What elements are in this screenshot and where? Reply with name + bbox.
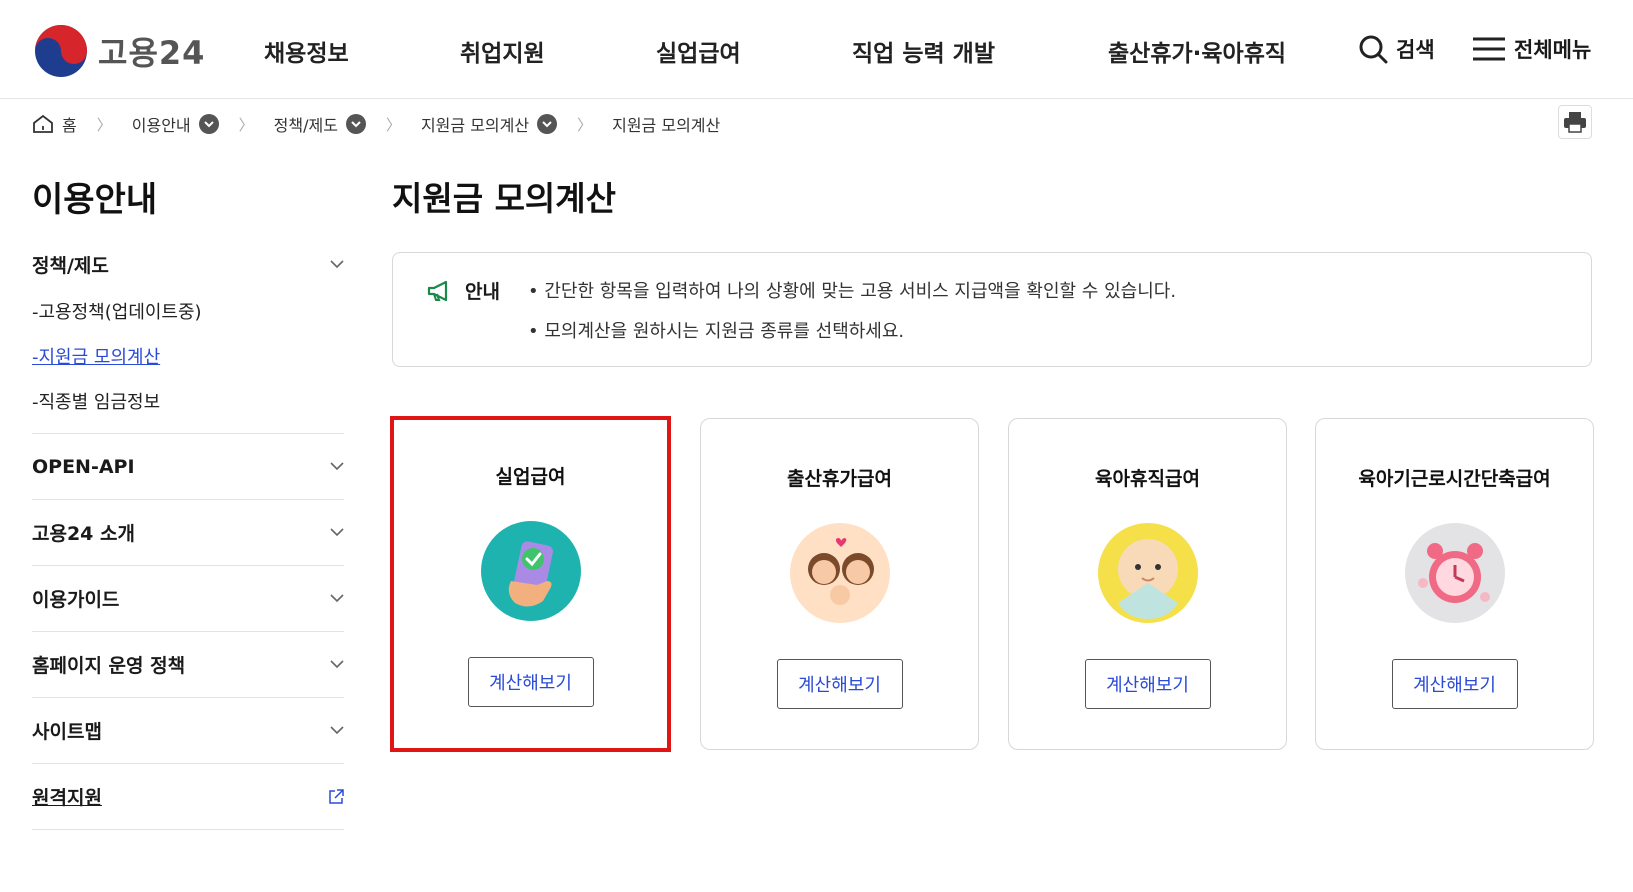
breadcrumb-item[interactable]: 이용안내 [132, 112, 219, 136]
nav-job-skills[interactable]: 직업 능력 개발 [852, 34, 995, 68]
sidebar-item-label: 정책/제도 [32, 254, 109, 277]
sidebar-subitem-wage-info[interactable]: -직종별 임금정보 [32, 378, 344, 423]
sidebar-subitem-subsidy-calculator[interactable]: -지원금 모의계산 [32, 333, 344, 378]
sidebar-item-about[interactable]: 고용24 소개 [32, 500, 344, 565]
sidebar-item-open-api[interactable]: OPEN-API [32, 434, 344, 499]
card-childcare-leave-benefit[interactable]: 육아휴직급여 계산해보기 [1008, 418, 1287, 750]
nav-parental-leave[interactable]: 출산휴가·육아휴직 [1108, 34, 1286, 68]
breadcrumb: 홈 〉 이용안내 〉 정책/제도 〉 지원금 모의계산 〉 지원금 모의계산 [32, 110, 720, 138]
sidebar-item-label: 원격지원 [32, 787, 102, 809]
breadcrumb-home-label: 홈 [62, 116, 77, 135]
all-menu-button[interactable]: 전체메뉴 [1472, 34, 1591, 64]
sidebar-item-guide[interactable]: 이용가이드 [32, 566, 344, 631]
card-unemployment-benefit[interactable]: 실업급여 계산해보기 [390, 416, 671, 752]
page-title: 지원금 모의계산 [392, 179, 617, 218]
breadcrumb-item[interactable]: 정책/제도 [274, 112, 366, 136]
sidebar-section-site-policy: 홈페이지 운영 정책 [32, 632, 344, 698]
calculate-button[interactable]: 계산해보기 [776, 659, 903, 709]
breadcrumb-label: 지원금 모의계산 [420, 116, 530, 135]
notice-label-text: 안내 [465, 281, 500, 303]
chevron-down-icon [330, 660, 344, 669]
sidebar-item-label: 고용24 소개 [32, 523, 135, 545]
sidebar-item-label: 이용가이드 [32, 589, 120, 611]
sidebar-item-sitemap[interactable]: 사이트맵 [32, 698, 344, 763]
card-title: 출산휴가급여 [787, 468, 892, 490]
sidebar-item-policy[interactable]: 정책/제도 [32, 240, 344, 288]
sidebar-item-label: OPEN-API [32, 455, 135, 478]
sidebar-item-label: 홈페이지 운영 정책 [32, 655, 186, 677]
notice-line: 간단한 항목을 입력하여 나의 상황에 맞는 고용 서비스 지급액을 확인할 수… [528, 277, 1176, 317]
chevron-right-icon: 〉 [577, 115, 593, 134]
calculate-button[interactable]: 계산해보기 [467, 657, 594, 707]
chevron-down-icon [330, 462, 344, 471]
breadcrumb-current: 지원금 모의계산 [612, 116, 721, 135]
print-button[interactable] [1558, 105, 1592, 139]
family-icon [789, 523, 890, 623]
site-logo[interactable]: 고용24 [34, 24, 205, 78]
logo-text: 고용24 [98, 34, 206, 72]
card-title: 실업급여 [495, 466, 566, 488]
sidebar-section-remote-support: 원격지원 [32, 764, 344, 830]
nav-recruit[interactable]: 채용정보 [264, 34, 349, 68]
sidebar-section-about: 고용24 소개 [32, 500, 344, 566]
chevron-down-icon [330, 528, 344, 537]
site-header: 고용24 채용정보 취업지원 실업급여 직업 능력 개발 출산휴가·육아휴직 검… [0, 0, 1633, 99]
sidebar-submenu: -고용정책(업데이트중) -지원금 모의계산 -직종별 임금정보 [32, 288, 344, 433]
breadcrumb-label: 정책/제도 [273, 116, 338, 135]
sidebar-section-sitemap: 사이트맵 [32, 698, 344, 764]
card-reduced-hours-benefit[interactable]: 육아기근로시간단축급여 계산해보기 [1315, 418, 1594, 750]
sidebar-item-label: 사이트맵 [32, 721, 102, 743]
chevron-down-icon [330, 726, 344, 735]
chevron-right-icon: 〉 [385, 115, 401, 134]
sidebar-section-guide: 이용가이드 [32, 566, 344, 632]
calculate-button[interactable]: 계산해보기 [1084, 659, 1211, 709]
breadcrumb-home[interactable]: 홈 [32, 112, 77, 136]
chevron-down-icon [330, 594, 344, 603]
breadcrumb-item[interactable]: 지원금 모의계산 [420, 112, 558, 136]
notice-box: 안내 간단한 항목을 입력하여 나의 상황에 맞는 고용 서비스 지급액을 확인… [392, 252, 1592, 367]
card-maternity-leave-benefit[interactable]: 출산휴가급여 계산해보기 [700, 418, 979, 750]
search-button[interactable]: 검색 [1358, 34, 1435, 64]
nav-unemployment-benefit[interactable]: 실업급여 [656, 34, 741, 68]
nav-employment-support[interactable]: 취업지원 [460, 34, 545, 68]
calculate-button[interactable]: 계산해보기 [1391, 659, 1518, 709]
sidebar-title: 이용안내 [32, 180, 158, 220]
sidebar: 정책/제도 -고용정책(업데이트중) -지원금 모의계산 -직종별 임금정보 O… [32, 240, 344, 830]
chevron-down-icon[interactable] [198, 114, 219, 134]
chevron-down-icon[interactable] [345, 114, 366, 134]
hamburger-icon [1473, 37, 1505, 61]
external-link-icon [329, 788, 344, 804]
search-label: 검색 [1396, 38, 1435, 62]
chevron-right-icon: 〉 [96, 115, 112, 134]
sidebar-item-remote-support[interactable]: 원격지원 [32, 764, 344, 829]
sidebar-section-open-api: OPEN-API [32, 434, 344, 500]
card-title: 육아휴직급여 [1095, 468, 1200, 490]
breadcrumb-label: 이용안내 [131, 116, 191, 135]
megaphone-icon [427, 280, 448, 301]
search-icon [1359, 35, 1388, 64]
card-title: 육아기근로시간단축급여 [1358, 468, 1551, 490]
baby-icon [1097, 523, 1198, 623]
sidebar-item-site-policy[interactable]: 홈페이지 운영 정책 [32, 632, 344, 697]
sidebar-subitem-employment-policy[interactable]: -고용정책(업데이트중) [32, 288, 344, 333]
taegeuk-logo-icon [35, 25, 87, 77]
notice-line: 모의계산을 원하시는 지원금 종류를 선택하세요. [528, 317, 1176, 357]
phone-check-icon [480, 521, 581, 621]
sidebar-section-policy: 정책/제도 -고용정책(업데이트중) -지원금 모의계산 -직종별 임금정보 [32, 240, 344, 434]
alarm-clock-icon [1404, 523, 1505, 623]
home-icon [33, 114, 53, 133]
chevron-up-icon [330, 259, 344, 268]
printer-icon [1564, 112, 1586, 133]
chevron-down-icon[interactable] [537, 114, 558, 134]
notice-label: 안내 [427, 277, 500, 304]
chevron-right-icon: 〉 [238, 115, 254, 134]
all-menu-label: 전체메뉴 [1514, 38, 1592, 62]
notice-lines: 간단한 항목을 입력하여 나의 상황에 맞는 고용 서비스 지급액을 확인할 수… [528, 277, 1176, 357]
